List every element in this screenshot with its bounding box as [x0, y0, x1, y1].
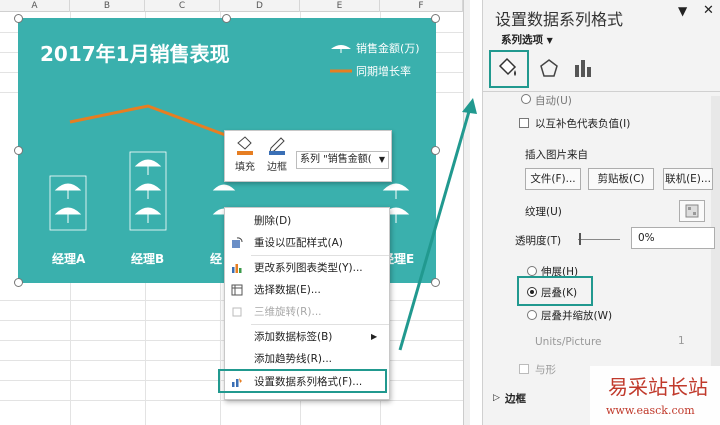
clipboard-button[interactable]: 剪贴板(C)	[588, 168, 654, 190]
rotate-with-shape-checkbox[interactable]	[519, 364, 529, 374]
bar-chart-icon	[575, 60, 591, 77]
transparency-label: 透明度(T)	[515, 235, 562, 247]
highlight-box-fill-tab	[489, 50, 529, 88]
texture-picker[interactable]	[679, 200, 705, 222]
invert-negative-label: 以互补色代表负值(I)	[535, 118, 631, 130]
auto-label: 自动(U)	[535, 95, 572, 107]
border-section-label[interactable]: 边框	[505, 391, 526, 406]
file-button[interactable]: 文件(F)...	[525, 168, 581, 190]
rotate-with-shape-label: 与形	[535, 364, 556, 376]
effects-tab[interactable]	[539, 58, 559, 81]
pane-title: 设置数据系列格式	[495, 10, 624, 29]
texture-icon	[685, 204, 699, 218]
slider-thumb[interactable]	[579, 233, 581, 245]
insert-picture-label: 插入图片来自	[525, 149, 588, 161]
chevron-down-icon[interactable]: ▼	[678, 4, 687, 18]
series-options-label: 系列选项	[501, 34, 543, 46]
stack-scale-label: 层叠并缩放(W)	[541, 310, 613, 322]
transparency-input[interactable]: 0%	[631, 227, 715, 249]
series-options-dropdown[interactable]: 系列选项 ▼	[501, 32, 553, 47]
arrow-head	[462, 98, 477, 114]
close-icon[interactable]: ✕	[703, 3, 714, 18]
watermark: 易采站长站 www.easck.com	[590, 366, 720, 425]
units-picture-input: 1	[658, 332, 713, 352]
texture-label: 纹理(U)	[525, 206, 562, 218]
chevron-right-icon[interactable]: ▷	[493, 393, 500, 403]
pentagon-icon	[540, 59, 558, 77]
pane-divider	[483, 91, 720, 92]
arrow-line	[398, 107, 472, 351]
auto-radio[interactable]	[521, 94, 531, 104]
units-picture-value: 1	[678, 335, 685, 347]
stretch-radio[interactable]	[527, 266, 537, 276]
series-options-tab[interactable]	[573, 58, 593, 81]
highlight-box-stack-option	[517, 276, 593, 306]
stack-scale-radio[interactable]	[527, 310, 537, 320]
transparency-slider[interactable]	[578, 239, 620, 240]
watermark-title: 易采站长站	[608, 375, 708, 399]
watermark-url: www.easck.com	[606, 404, 695, 417]
units-picture-label: Units/Picture	[535, 336, 602, 348]
online-button[interactable]: 联机(E)...	[663, 168, 713, 190]
invert-negative-checkbox[interactable]	[519, 118, 529, 128]
transparency-value: 0%	[638, 232, 655, 244]
chevron-down-icon: ▼	[546, 36, 553, 45]
